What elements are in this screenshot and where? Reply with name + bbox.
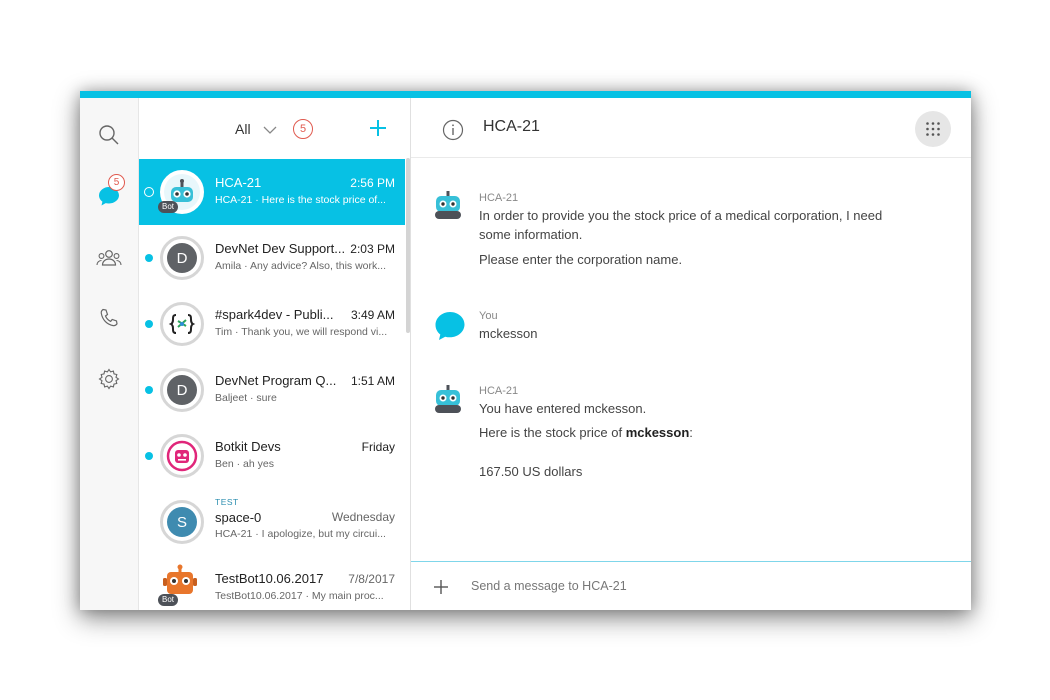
conversation-list: All 5 Bot HCA-21 2:56 PM HCA-21 · Here i… <box>139 98 411 610</box>
conversation-row-space-0[interactable]: S TEST space-0 Wednesday HCA-21 · I apol… <box>139 489 405 555</box>
conversation-preview: Tim · Thank you, we will respond vi... <box>215 326 388 338</box>
info-icon[interactable] <box>442 119 464 146</box>
conversation-title: DevNet Program Q... <box>215 373 337 388</box>
message-text: In order to provide you the stock price … <box>479 208 883 242</box>
chat-title: HCA-21 <box>483 118 540 135</box>
search-icon[interactable] <box>95 121 123 149</box>
attach-plus-icon[interactable] <box>432 578 450 601</box>
avatar-initial: S <box>167 507 197 537</box>
chat-bubble-icon <box>435 312 465 340</box>
message-bold-text: mckesson <box>625 425 690 440</box>
nav-rail: 5 <box>80 98 139 610</box>
bot-avatar <box>433 384 463 414</box>
message-text: You have entered mckesson. <box>479 401 647 416</box>
avatar <box>160 302 204 346</box>
avatar: D <box>160 236 204 280</box>
conversation-title: space-0 <box>215 510 262 525</box>
robot-icon <box>435 385 461 413</box>
unread-indicator <box>145 386 153 394</box>
message-sender: HCA-21 <box>479 192 519 204</box>
user-avatar <box>433 309 467 343</box>
chevron-down-icon[interactable] <box>263 122 277 140</box>
conversation-time: Wednesday <box>331 510 395 524</box>
conversation-preview: Ben · ah yes <box>215 458 274 470</box>
list-header: All 5 <box>139 98 410 158</box>
conversation-title: DevNet Dev Support... <box>215 241 346 256</box>
avatar <box>160 434 204 478</box>
bot-tag: Bot <box>158 594 179 606</box>
message-input[interactable] <box>471 572 941 600</box>
conversation-title: HCA-21 <box>215 175 262 190</box>
conversation-preview: HCA-21 · Here is the stock price of... <box>215 194 386 206</box>
apps-grid-button[interactable] <box>915 111 951 147</box>
conversation-preview: Baljeet · sure <box>215 392 277 404</box>
unread-indicator <box>145 320 153 328</box>
message-text-part: Here is the stock price of <box>479 425 623 440</box>
message-text: Here is the stock price of mckesson: <box>479 423 919 442</box>
message-text-part: : <box>689 425 693 440</box>
unread-indicator <box>144 187 154 197</box>
conversation-preview: Amila · Any advice? Also, this work... <box>215 260 386 272</box>
avatar-initial: D <box>167 243 197 273</box>
conversation-title: #spark4dev - Publi... <box>215 307 334 322</box>
conversation-preview: TestBot10.06.2017 · My main proc... <box>215 590 384 602</box>
app-window: 5 All 5 Bot HCA-21 2:56 PM HCA-21 · Here… <box>80 91 971 610</box>
gear-icon[interactable] <box>95 365 123 393</box>
phone-icon[interactable] <box>95 304 123 332</box>
chat-header: HCA-21 <box>411 98 971 158</box>
avatar-initial: D <box>167 375 197 405</box>
bot-tag: Bot <box>158 201 179 213</box>
conversation-time: 3:49 AM <box>350 308 395 322</box>
conversation-row-testbot[interactable]: Bot TestBot10.06.2017 7/8/2017 TestBot10… <box>139 555 405 610</box>
message-text: mckesson <box>479 326 538 341</box>
message-sender: You <box>479 310 498 322</box>
list-scrollbar[interactable] <box>406 158 410 333</box>
conversation-time: 2:56 PM <box>350 176 395 190</box>
team-tag: TEST <box>215 497 239 507</box>
grid-icon <box>926 122 940 136</box>
bot-avatar <box>433 190 463 220</box>
accent-bar <box>80 91 971 98</box>
filter-dropdown-label[interactable]: All <box>235 121 251 137</box>
unread-count-badge: 5 <box>293 119 313 139</box>
robot-icon <box>435 191 461 219</box>
avatar: D <box>160 368 204 412</box>
botkit-logo-icon <box>166 440 198 472</box>
conversation-row-devnet-dev-support[interactable]: D DevNet Dev Support... 2:03 PM Amila · … <box>139 225 405 291</box>
conversation-time: 7/8/2017 <box>348 572 395 586</box>
chat-pane: HCA-21 HCA-21 In order to provide you th… <box>411 98 971 610</box>
conversation-preview: HCA-21 · I apologize, but my circui... <box>215 528 386 540</box>
message-text: Please enter the corporation name. <box>479 252 683 267</box>
conversation-time: 1:51 AM <box>350 374 395 388</box>
conversation-title: Botkit Devs <box>215 439 281 454</box>
conversation-row-devnet-program[interactable]: D DevNet Program Q... 1:51 AM Baljeet · … <box>139 357 405 423</box>
message-composer <box>411 561 971 610</box>
teams-icon[interactable] <box>95 244 123 272</box>
conversation-row-botkit-devs[interactable]: Botkit Devs Friday Ben · ah yes <box>139 423 405 489</box>
message-text: 167.50 US dollars <box>479 464 583 479</box>
plus-icon[interactable] <box>366 116 390 140</box>
conversation-row-spark4dev[interactable]: #spark4dev - Publi... 3:49 AM Tim · Than… <box>139 291 405 357</box>
code-braces-logo-icon <box>165 307 199 341</box>
message-sender: HCA-21 <box>479 385 519 397</box>
unread-indicator <box>145 452 153 460</box>
conversation-time: 2:03 PM <box>350 242 395 256</box>
messages-badge: 5 <box>108 174 125 191</box>
conversation-title: TestBot10.06.2017 <box>215 571 324 586</box>
avatar: S <box>160 500 204 544</box>
unread-indicator <box>145 254 153 262</box>
conversation-row-hca-21[interactable]: Bot HCA-21 2:56 PM HCA-21 · Here is the … <box>139 159 405 225</box>
conversation-time: Friday <box>361 440 395 454</box>
